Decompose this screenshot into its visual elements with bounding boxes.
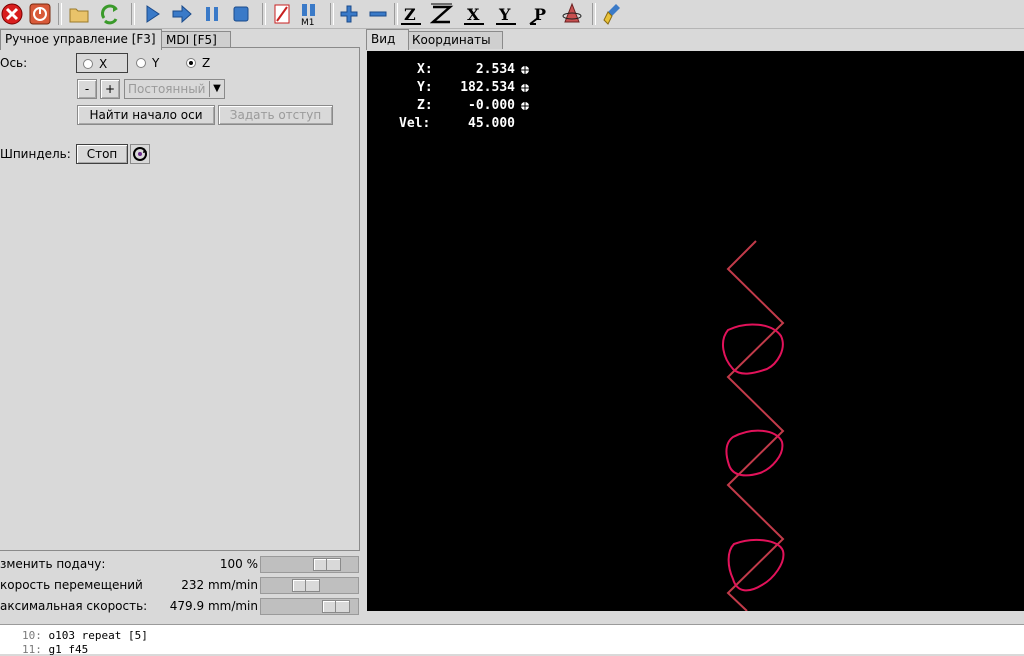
zoom-in-icon[interactable]: [337, 2, 361, 26]
tab-view[interactable]: Вид: [366, 29, 409, 50]
toolbar: M1 Z X Y P: [0, 0, 1024, 29]
open-file-icon[interactable]: [67, 2, 91, 26]
jog-speed-label: корость перемещений: [0, 578, 143, 592]
feed-override-label: зменить подачу:: [0, 557, 106, 571]
jog-mode-value: Постоянный: [128, 82, 206, 96]
jog-mode-select[interactable]: Постоянный ▼: [124, 79, 225, 99]
stop-icon[interactable]: [229, 2, 253, 26]
spindle-label: Шпиндель:: [0, 147, 71, 161]
tab-coordinates[interactable]: Координаты: [407, 31, 503, 49]
svg-text:X: X: [467, 5, 480, 24]
reload-icon[interactable]: [98, 2, 122, 26]
block-delete-icon[interactable]: [270, 2, 294, 26]
optional-stop-icon[interactable]: M1: [298, 2, 322, 26]
toolpath-loop: [725, 429, 784, 477]
jog-plus-button[interactable]: +: [100, 79, 120, 99]
run-icon[interactable]: [140, 2, 164, 26]
power-icon[interactable]: [28, 2, 52, 26]
toolpath-plot: [721, 240, 785, 611]
feed-override-value: 100 %: [219, 557, 258, 571]
slider-thumb[interactable]: [313, 558, 341, 571]
svg-text:Y: Y: [498, 5, 511, 24]
radio-indicator: [83, 59, 93, 69]
axis-radio-x[interactable]: X: [76, 53, 128, 73]
estop-icon[interactable]: [0, 2, 24, 26]
gcode-text[interactable]: 10: o103 repeat [5] 11: g1 f45: [0, 624, 1024, 656]
jog-speed-value: 232 mm/min: [181, 578, 258, 592]
view-z-icon[interactable]: Z: [399, 2, 423, 26]
radio-indicator-selected: [186, 58, 196, 68]
max-velocity-slider[interactable]: [260, 598, 359, 615]
view-p-icon[interactable]: P: [528, 2, 552, 26]
gcode-line: 10: o103 repeat [5]: [22, 629, 148, 642]
radio-indicator: [136, 58, 146, 68]
view-z2-icon[interactable]: [430, 2, 454, 26]
axis-label: Ось:: [0, 56, 28, 70]
svg-text:Z: Z: [404, 5, 416, 24]
zoom-out-icon[interactable]: [366, 2, 390, 26]
max-velocity-label: аксимальная скорость:: [0, 599, 148, 613]
svg-text:M1: M1: [301, 18, 315, 26]
chevron-down-icon: ▼: [209, 81, 224, 97]
manual-control-panel: Ось: X Y Z - + Постоянный ▼ Найти начало…: [0, 47, 360, 551]
svg-text:P: P: [534, 5, 546, 24]
clear-plot-icon[interactable]: [602, 2, 626, 26]
touch-off-button[interactable]: Задать отступ: [218, 105, 333, 125]
jog-speed-slider[interactable]: [260, 577, 359, 594]
view-y-icon[interactable]: Y: [494, 2, 518, 26]
axis-radio-y[interactable]: Y: [136, 53, 159, 73]
gcode-line: 11: g1 f45: [22, 643, 89, 656]
step-icon[interactable]: [170, 2, 194, 26]
max-velocity-value: 479.9 mm/min: [169, 599, 258, 613]
tab-manual[interactable]: Ручное управление [F3]: [0, 29, 162, 50]
jog-minus-button[interactable]: -: [77, 79, 97, 99]
override-sliders: зменить подачу: 100 % корость перемещени…: [0, 553, 362, 623]
toolpath-zigzag: [726, 240, 785, 611]
spindle-rotate-icon: [133, 147, 147, 161]
pause-icon[interactable]: [200, 2, 224, 26]
slider-thumb[interactable]: [292, 579, 320, 592]
feed-override-slider[interactable]: [260, 556, 359, 573]
spindle-cw-button[interactable]: [130, 144, 150, 164]
axis-radio-z[interactable]: Z: [186, 53, 210, 73]
spindle-stop-button[interactable]: Стоп: [76, 144, 128, 164]
preview-canvas[interactable]: X: 2.534 Y: 182.534 Z: -0.000 Vel: 45.00…: [367, 51, 1024, 611]
view-x-icon[interactable]: X: [462, 2, 486, 26]
rotate-icon[interactable]: [560, 2, 584, 26]
home-axis-button[interactable]: Найти начало оси: [77, 105, 215, 125]
slider-thumb[interactable]: [322, 600, 350, 613]
